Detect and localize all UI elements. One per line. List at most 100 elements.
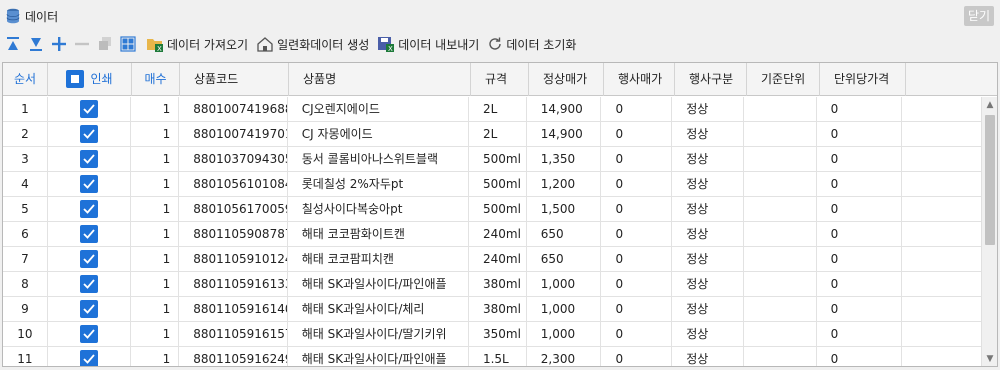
header-print[interactable]: 인쇄 — [48, 63, 132, 96]
import-data-button[interactable]: X 데이터 가져오기 — [146, 33, 248, 55]
cell-price: 650 — [527, 247, 602, 272]
table-row[interactable]: 7 1 8801105910124 해태 코코팜피치캔 240ml 650 0 … — [3, 247, 981, 272]
cell-count: 1 — [131, 122, 180, 147]
cell-print — [48, 322, 132, 347]
reset-data-button[interactable]: 데이터 초기화 — [487, 33, 576, 55]
table-row[interactable]: 11 1 8801105916249 해태 SK과일사이다/파인애플 1.5L … — [3, 347, 981, 366]
cell-event-price: 0 — [601, 97, 673, 122]
cell-seq: 3 — [3, 147, 48, 172]
grid-header: 순서 인쇄 매수 상품코드 상품명 규격 정상매가 행사매가 행사구분 기준단위… — [3, 63, 997, 96]
print-checkbox[interactable] — [80, 224, 99, 243]
cell-spec: 350ml — [469, 322, 527, 347]
svg-text:X: X — [157, 45, 162, 52]
add-row-icon[interactable] — [49, 34, 69, 54]
table-row[interactable]: 5 1 8801056170059 칠성사이다복숭아pt 500ml 1,500… — [3, 197, 981, 222]
header-price[interactable]: 정상매가 — [529, 63, 604, 96]
cell-event-type: 정상 — [672, 272, 744, 297]
table-row[interactable]: 2 1 8801007419701 CJ 자몽에이드 2L 14,900 0 정… — [3, 122, 981, 147]
print-checkbox[interactable] — [80, 299, 99, 318]
header-code[interactable]: 상품코드 — [180, 63, 289, 96]
table-row[interactable]: 8 1 8801105916133 해태 SK과일사이다/파인애플 380ml … — [3, 272, 981, 297]
print-checkbox[interactable] — [80, 124, 99, 143]
header-base-unit[interactable]: 기준단위 — [747, 63, 820, 96]
cell-seq: 1 — [3, 97, 48, 122]
scroll-up-icon[interactable]: ▲ — [982, 97, 997, 113]
cell-name: 칠성사이다복숭아pt — [288, 197, 469, 222]
cell-count: 1 — [131, 197, 180, 222]
batch-data-button[interactable]: 일련화데이터 생성 — [256, 33, 369, 55]
print-checkbox[interactable] — [80, 249, 99, 268]
table-row[interactable]: 4 1 8801056101084 롯데칠성 2%자두pt 500ml 1,20… — [3, 172, 981, 197]
cell-count: 1 — [131, 272, 180, 297]
move-top-icon[interactable] — [3, 34, 23, 54]
cell-count: 1 — [131, 297, 180, 322]
cell-filler — [902, 197, 981, 222]
table-row[interactable]: 3 1 8801037094305 동서 콜롬비아나스위트블랙 500ml 1,… — [3, 147, 981, 172]
select-all-checkbox[interactable] — [66, 69, 85, 88]
cell-price: 2,300 — [527, 347, 602, 366]
cell-unit-price: 0 — [817, 122, 903, 147]
grid-layout-icon[interactable] — [118, 34, 138, 54]
print-checkbox[interactable] — [80, 324, 99, 343]
checkmark-icon — [83, 353, 95, 364]
checkmark-icon — [83, 253, 95, 264]
print-checkbox[interactable] — [80, 349, 99, 366]
header-spec[interactable]: 규격 — [471, 63, 529, 96]
print-checkbox[interactable] — [80, 149, 99, 168]
cell-spec: 2L — [469, 97, 527, 122]
cell-seq: 8 — [3, 272, 48, 297]
export-data-label: 데이터 내보내기 — [398, 37, 480, 52]
header-name[interactable]: 상품명 — [289, 63, 471, 96]
header-event-price[interactable]: 행사매가 — [604, 63, 675, 96]
cell-name: 해태 SK과일사이다/체리 — [288, 297, 469, 322]
remove-row-icon[interactable] — [72, 34, 92, 54]
cell-name: 해태 코코팜화이트캔 — [288, 222, 469, 247]
copy-icon[interactable] — [95, 34, 115, 54]
scroll-down-icon[interactable]: ▼ — [982, 351, 997, 366]
header-count[interactable]: 매수 — [132, 63, 180, 96]
cell-base-unit — [744, 147, 817, 172]
table-row[interactable]: 10 1 8801105916157 해태 SK과일사이다/딸기키위 350ml… — [3, 322, 981, 347]
cell-count: 1 — [131, 97, 180, 122]
close-button[interactable]: 닫기 — [964, 6, 994, 26]
cell-base-unit — [744, 322, 817, 347]
cell-spec: 1.5L — [469, 347, 527, 366]
cell-unit-price: 0 — [817, 97, 903, 122]
vertical-scrollbar[interactable]: ▲ ▼ — [981, 97, 997, 366]
save-excel-icon: X — [378, 37, 395, 52]
cell-count: 1 — [131, 247, 180, 272]
header-event-type[interactable]: 행사구분 — [675, 63, 747, 96]
cell-print — [48, 97, 132, 122]
print-checkbox[interactable] — [80, 199, 99, 218]
cell-name: 해태 SK과일사이다/딸기키위 — [288, 322, 469, 347]
cell-spec: 240ml — [469, 222, 527, 247]
print-checkbox[interactable] — [80, 274, 99, 293]
scroll-thumb[interactable] — [985, 115, 995, 245]
cell-base-unit — [744, 247, 817, 272]
cell-price: 1,500 — [527, 197, 602, 222]
cell-price: 1,000 — [527, 272, 602, 297]
header-seq[interactable]: 순서 — [3, 63, 48, 96]
cell-code: 8801105916157 — [179, 322, 288, 347]
checkmark-icon — [83, 128, 95, 139]
move-bottom-icon[interactable] — [26, 34, 46, 54]
cell-spec: 380ml — [469, 272, 527, 297]
cell-event-price: 0 — [601, 122, 673, 147]
print-checkbox[interactable] — [80, 174, 99, 193]
cell-code: 8801007419701 — [179, 122, 288, 147]
cell-code: 8801105910124 — [179, 247, 288, 272]
table-row[interactable]: 9 1 8801105916140 해태 SK과일사이다/체리 380ml 1,… — [3, 297, 981, 322]
cell-event-price: 0 — [601, 272, 673, 297]
export-data-button[interactable]: X 데이터 내보내기 — [377, 33, 479, 55]
table-row[interactable]: 1 1 8801007419688 CJ오렌지에이드 2L 14,900 0 정… — [3, 97, 981, 122]
cell-price: 1,200 — [527, 172, 602, 197]
table-row[interactable]: 6 1 8801105908787 해태 코코팜화이트캔 240ml 650 0… — [3, 222, 981, 247]
svg-text:X: X — [388, 45, 393, 52]
cell-filler — [902, 272, 981, 297]
header-unit-price[interactable]: 단위당가격 — [820, 63, 906, 96]
print-checkbox[interactable] — [80, 99, 99, 118]
checkmark-icon — [83, 203, 95, 214]
cell-count: 1 — [131, 147, 180, 172]
cell-price: 1,000 — [527, 297, 602, 322]
cell-event-type: 정상 — [672, 147, 744, 172]
